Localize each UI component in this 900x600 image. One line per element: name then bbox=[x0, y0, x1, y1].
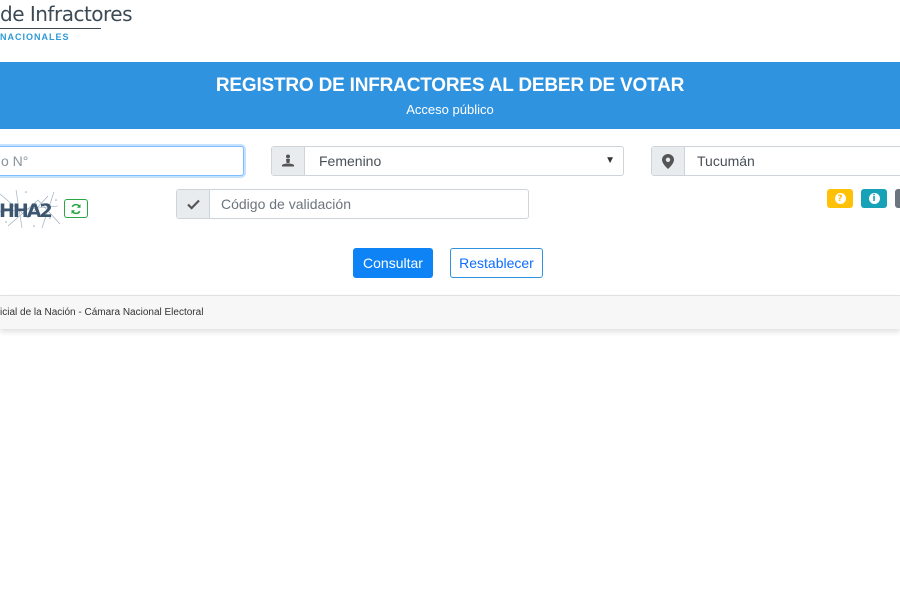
check-icon bbox=[186, 199, 200, 210]
refresh-captcha-button[interactable] bbox=[64, 199, 88, 218]
province-addon bbox=[652, 147, 685, 175]
info-button[interactable]: i bbox=[861, 189, 887, 208]
province-select[interactable]: Tucumán bbox=[651, 146, 900, 176]
footer-text: icial de la Nación - Cámara Nacional Ele… bbox=[0, 307, 204, 318]
page-banner: REGISTRO DE INFRACTORES AL DEBER DE VOTA… bbox=[0, 62, 900, 129]
page-title: REGISTRO DE INFRACTORES AL DEBER DE VOTA… bbox=[215, 75, 685, 96]
captcha-text: HHA2 bbox=[0, 200, 52, 222]
help-button[interactable]: ? bbox=[827, 189, 853, 208]
person-icon bbox=[282, 154, 294, 167]
refresh-icon bbox=[71, 203, 81, 214]
logo-divider bbox=[0, 28, 101, 29]
question-icon: ? bbox=[834, 193, 846, 204]
document-number-placeholder: o N° bbox=[1, 153, 29, 169]
sex-addon bbox=[272, 147, 305, 175]
logo-subtitle: NACIONALES bbox=[0, 32, 70, 42]
province-select-value: Tucumán bbox=[697, 153, 755, 169]
captcha-image: HHA2 bbox=[0, 189, 61, 229]
logo-title: de Infractores bbox=[0, 2, 133, 26]
info-icon: i bbox=[868, 193, 880, 204]
footer: icial de la Nación - Cámara Nacional Ele… bbox=[0, 295, 900, 329]
reset-button[interactable]: Restablecer bbox=[450, 248, 543, 278]
sex-select[interactable]: Femenino ▼ bbox=[271, 146, 624, 176]
validation-addon bbox=[177, 190, 210, 218]
page-subtitle: Acceso público bbox=[406, 102, 494, 117]
validation-code-placeholder: Código de validación bbox=[221, 196, 351, 212]
submit-button[interactable]: Consultar bbox=[353, 248, 433, 278]
map-marker-icon bbox=[662, 153, 674, 169]
more-button[interactable] bbox=[895, 189, 900, 208]
document-number-input[interactable]: o N° bbox=[0, 146, 244, 176]
validation-code-input[interactable]: Código de validación bbox=[176, 189, 529, 219]
chevron-down-icon: ▼ bbox=[605, 155, 615, 166]
sex-select-value: Femenino bbox=[319, 153, 382, 169]
